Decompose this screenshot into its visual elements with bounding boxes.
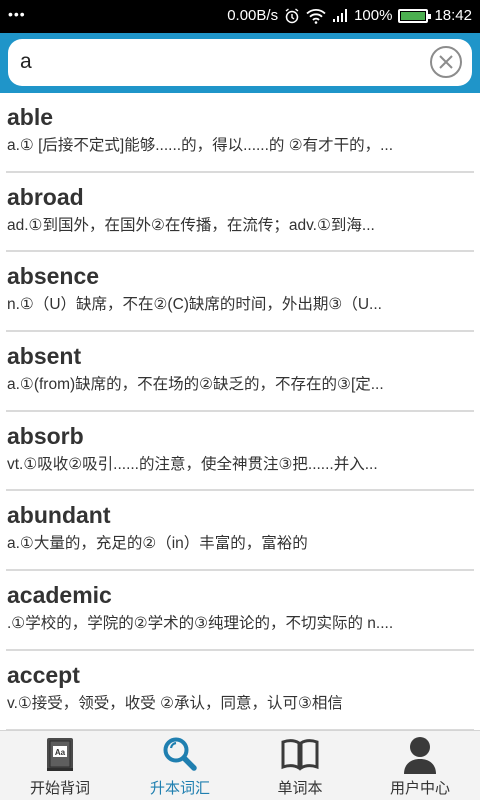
word-definition: n.①（U）缺席，不在②(C)缺席的时间，外出期③（U...	[7, 296, 382, 314]
overflow-dots: •••	[8, 6, 26, 22]
search-header	[0, 33, 480, 93]
word-list[interactable]: able a.① [后接不定式]能够......的，得以......的 ②有才干…	[0, 93, 480, 730]
word-list-item[interactable]: accept v.①接受，领受，收受 ②承认，同意，认可③相信	[0, 651, 480, 730]
word-list-item[interactable]: abroad ad.①到国外，在国外②在传播，在流传；adv.①到海...	[0, 173, 480, 253]
clock: 18:42	[434, 7, 472, 24]
word-title: absence	[7, 263, 100, 290]
clear-button[interactable]	[430, 46, 462, 78]
nav-label: 升本词汇	[149, 780, 210, 797]
close-icon	[439, 55, 453, 69]
user-icon	[400, 735, 440, 774]
word-list-item[interactable]: absent a.①(from)缺席的，不在场的②缺乏的，不存在的③[定...	[0, 332, 480, 412]
bottom-navigation: Aa 开始背词 升本词汇 单词本 用户中心	[0, 730, 480, 800]
nav-start-memorize[interactable]: Aa 开始背词	[0, 731, 120, 800]
nav-label: 用户中心	[389, 780, 450, 797]
status-bar: ••• 0.00B/s 100% 18:42	[0, 0, 480, 33]
word-definition: .①学校的，学院的②学术的③纯理论的，不切实际的 n....	[7, 615, 394, 633]
nav-label: 开始背词	[29, 780, 90, 797]
nav-user-center[interactable]: 用户中心	[360, 731, 480, 800]
nav-wordbook[interactable]: 单词本	[240, 731, 360, 800]
alarm-icon	[284, 7, 300, 24]
word-definition: a.①大量的，充足的②（in）丰富的，富裕的	[7, 535, 308, 553]
vocabulary-book-icon: Aa	[40, 735, 80, 773]
word-title: absorb	[7, 422, 84, 449]
word-title: academic	[7, 582, 112, 609]
search-input[interactable]	[20, 46, 420, 78]
network-speed: 0.00B/s	[227, 7, 279, 24]
open-book-icon	[280, 735, 320, 773]
signal-icon	[332, 8, 348, 23]
nav-upgrade-vocabulary[interactable]: 升本词汇	[120, 731, 240, 800]
search-magnifier-icon	[160, 735, 200, 773]
word-title: absent	[7, 343, 82, 370]
word-list-item[interactable]: able a.① [后接不定式]能够......的，得以......的 ②有才干…	[0, 93, 480, 173]
word-list-item[interactable]: academic .①学校的，学院的②学术的③纯理论的，不切实际的 n....	[0, 571, 480, 651]
nav-label: 单词本	[277, 780, 323, 797]
word-definition: a.①(from)缺席的，不在场的②缺乏的，不存在的③[定...	[7, 376, 384, 394]
battery-percent: 100%	[354, 7, 393, 24]
word-list-item[interactable]: absence n.①（U）缺席，不在②(C)缺席的时间，外出期③（U...	[0, 252, 480, 332]
word-list-item[interactable]: abundant a.①大量的，充足的②（in）丰富的，富裕的	[0, 491, 480, 571]
word-title: accept	[7, 661, 80, 688]
word-title: abroad	[7, 183, 84, 210]
word-definition: vt.①吸收②吸引......的注意，使全神贯注③把......并入...	[7, 455, 378, 473]
svg-text:Aa: Aa	[55, 748, 66, 757]
wifi-icon	[306, 8, 326, 24]
word-definition: v.①接受，领受，收受 ②承认，同意，认可③相信	[7, 694, 343, 712]
status-icons: 0.00B/s 100% 18:42	[227, 7, 472, 24]
word-title: able	[7, 104, 54, 130]
word-list-item[interactable]: absorb vt.①吸收②吸引......的注意，使全神贯注③把......并…	[0, 412, 480, 492]
word-definition: a.① [后接不定式]能够......的，得以......的 ②有才干的，...	[7, 137, 394, 154]
search-box	[8, 39, 472, 86]
word-title: abundant	[7, 502, 111, 529]
battery-icon	[398, 8, 432, 23]
word-definition: ad.①到国外，在国外②在传播，在流传；adv.①到海...	[7, 216, 375, 234]
